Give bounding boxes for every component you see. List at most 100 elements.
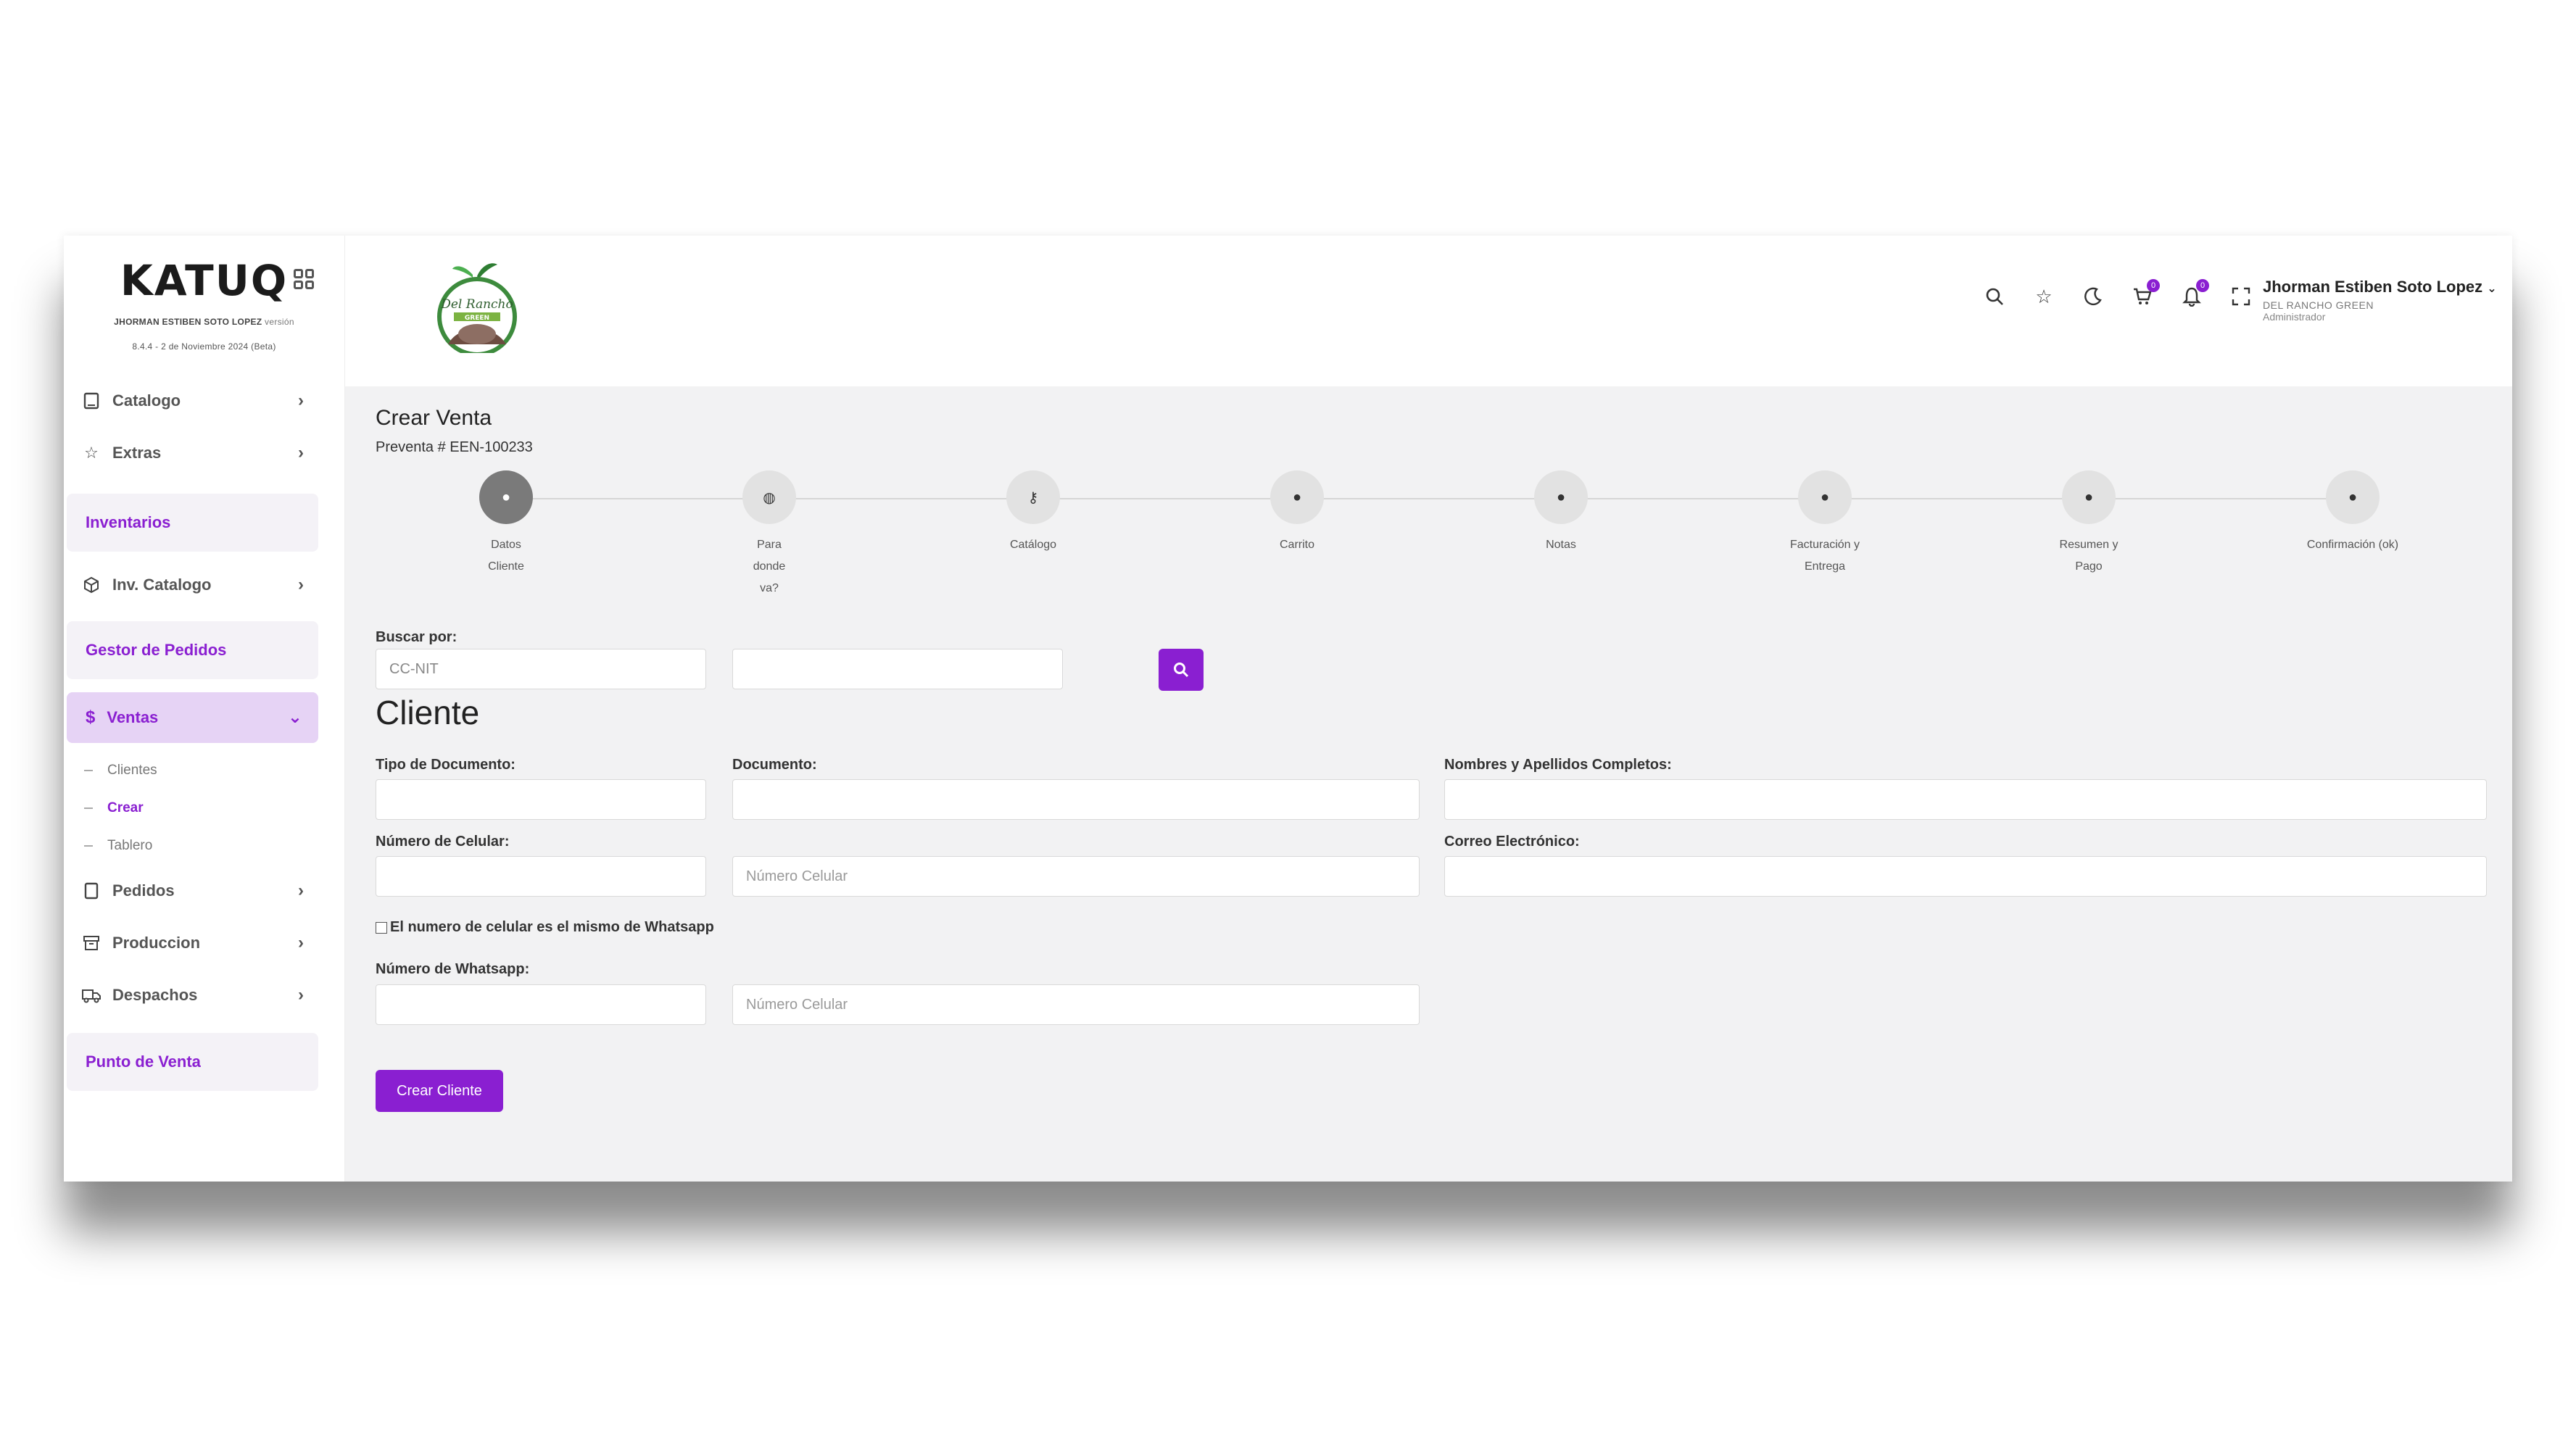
- sidebar-item-catalogo[interactable]: Catalogo ›: [64, 375, 344, 427]
- search-input[interactable]: [732, 649, 1063, 689]
- sidebar-item-produccion[interactable]: Produccion ›: [64, 917, 344, 969]
- sidebar-subitem-label: Crear: [107, 800, 144, 815]
- step-label: Notas: [1546, 539, 1576, 551]
- full-name-label: Nombres y Apellidos Completos:: [1444, 757, 1672, 773]
- dash-icon: [84, 845, 93, 847]
- step-label: Para donde va?: [753, 539, 786, 594]
- sidebar-item-label: Pedidos: [112, 881, 175, 900]
- step-confirmacion[interactable]: ● Confirmación (ok): [2295, 470, 2411, 556]
- sidebar-subitem-tablero[interactable]: Tablero: [64, 827, 344, 865]
- step-label: Carrito: [1279, 539, 1314, 551]
- truck-icon: [82, 986, 101, 1005]
- same-whatsapp-checkbox[interactable]: [376, 921, 387, 934]
- user-company: DEL RANCHO GREEN: [2263, 299, 2374, 311]
- user-icon: ●: [2062, 470, 2116, 524]
- user-icon: ●: [1798, 470, 1852, 524]
- sidebar-item-despachos[interactable]: Despachos ›: [64, 969, 344, 1021]
- create-client-button[interactable]: Crear Cliente: [376, 1070, 503, 1112]
- full-name-field[interactable]: [1444, 779, 2487, 820]
- user-icon: ●: [1270, 470, 1324, 524]
- sidebar-subitem-label: Clientes: [107, 763, 157, 778]
- brand-version: 8.4.4 - 2 de Noviembre 2024 (Beta): [132, 341, 276, 352]
- search-text-field[interactable]: [746, 649, 1062, 689]
- step-label: Catálogo: [1009, 539, 1057, 551]
- step-datos-cliente[interactable]: ● Datos Cliente: [448, 470, 564, 578]
- whatsapp-country-select[interactable]: [376, 984, 706, 1025]
- chevron-down-icon: ⌄: [2487, 283, 2497, 295]
- search-type-select[interactable]: CC-NIT: [376, 649, 706, 689]
- clipboard-icon: [82, 881, 101, 900]
- sidebar-item-punto-venta[interactable]: Punto de Venta: [67, 1033, 318, 1091]
- search-type-value: CC-NIT: [389, 660, 439, 677]
- step-para-donde-va[interactable]: ◍ Para donde va?: [711, 470, 827, 599]
- user-icon: ●: [2326, 470, 2380, 524]
- store-logo[interactable]: Del Rancho GREEN: [432, 259, 522, 353]
- same-whatsapp-row: El numero de celular es el mismo de What…: [376, 919, 714, 936]
- chevron-right-icon: ›: [298, 443, 304, 462]
- step-notas[interactable]: ● Notas: [1503, 470, 1619, 556]
- brand-version-word: versión: [265, 317, 294, 327]
- doc-type-select[interactable]: [376, 779, 706, 820]
- sidebar-subitem-clientes[interactable]: Clientes: [64, 752, 344, 789]
- star-icon[interactable]: ☆: [2034, 286, 2054, 307]
- brand-user-line: JHORMAN ESTIBEN SOTO LOPEZ versión: [64, 317, 344, 327]
- document-field[interactable]: [732, 779, 1420, 820]
- user-menu[interactable]: Jhorman Estiben Soto Lopez ⌄ DEL RANCHO …: [2263, 278, 2502, 323]
- cell-label: Número de Celular:: [376, 834, 510, 850]
- search-icon: [1174, 663, 1189, 678]
- search-icon[interactable]: [1984, 286, 2005, 307]
- star-icon: ☆: [84, 444, 99, 462]
- sidebar-item-label: Ventas: [107, 708, 159, 726]
- sidebar-item-ventas[interactable]: $ Ventas ⌄: [67, 692, 318, 743]
- user-name: Jhorman Estiben Soto Lopez ⌄: [2263, 278, 2502, 296]
- sidebar-item-extras[interactable]: ☆ Extras ›: [64, 427, 344, 479]
- cell-country-select[interactable]: [376, 856, 706, 897]
- search-button[interactable]: [1159, 649, 1204, 691]
- globe-icon: ◍: [742, 470, 796, 524]
- dash-icon: [84, 770, 93, 771]
- step-carrito[interactable]: ● Carrito: [1239, 470, 1355, 556]
- sale-stepper: ● Datos Cliente ◍ Para donde va? ⚷ Catál…: [376, 470, 2490, 597]
- search-by-label: Buscar por:: [376, 629, 457, 645]
- cart-badge: 0: [2147, 279, 2160, 292]
- dollar-icon: $: [86, 707, 96, 727]
- whatsapp-input[interactable]: [746, 985, 1419, 1024]
- sidebar: KATUQ JHORMAN ESTIBEN SOTO LOPEZ versión…: [64, 236, 345, 1182]
- whatsapp-field[interactable]: [732, 984, 1420, 1025]
- bell-icon[interactable]: 0: [2182, 279, 2209, 307]
- email-input[interactable]: [1458, 857, 2486, 896]
- sidebar-item-pedidos[interactable]: Pedidos ›: [64, 865, 344, 917]
- chevron-right-icon: ›: [298, 881, 304, 900]
- moon-icon[interactable]: [2083, 286, 2103, 307]
- apps-grid-icon[interactable]: [294, 269, 314, 289]
- full-name-input[interactable]: [1458, 780, 2486, 819]
- fullscreen-icon[interactable]: [2231, 286, 2251, 307]
- sidebar-subitem-crear[interactable]: Crear: [64, 789, 344, 827]
- sidebar-item-label: Despachos: [112, 986, 198, 1004]
- sidebar-item-inv-catalogo[interactable]: Inv. Catalogo ›: [64, 559, 344, 611]
- user-role: Administrador: [2263, 311, 2326, 323]
- email-field[interactable]: [1444, 856, 2487, 897]
- doc-type-label: Tipo de Documento:: [376, 757, 515, 773]
- chevron-right-icon: ›: [298, 985, 304, 1005]
- step-facturacion-entrega[interactable]: ● Facturación y Entrega: [1767, 470, 1883, 578]
- step-catalogo[interactable]: ⚷ Catálogo: [975, 470, 1091, 556]
- main-content: Crear Venta Preventa # EEN-100233 ● Dato…: [376, 406, 2490, 1112]
- sidebar-item-inventarios[interactable]: Inventarios: [67, 494, 318, 552]
- cell-field[interactable]: [732, 856, 1420, 897]
- presale-number: Preventa # EEN-100233: [376, 439, 533, 455]
- cell-input[interactable]: [746, 857, 1419, 896]
- step-label: Confirmación (ok): [2306, 539, 2399, 551]
- sidebar-item-label: Catalogo: [112, 391, 181, 410]
- user-icon: ●: [479, 470, 533, 524]
- step-label: Datos Cliente: [488, 539, 524, 573]
- step-label: Facturación y Entrega: [1789, 539, 1860, 573]
- sidebar-item-label: Inv. Catalogo: [112, 576, 212, 594]
- sidebar-item-label: Produccion: [112, 934, 201, 952]
- cart-icon[interactable]: 0: [2132, 279, 2160, 307]
- sidebar-item-gestor-pedidos[interactable]: Gestor de Pedidos: [67, 621, 318, 679]
- step-resumen-pago[interactable]: ● Resumen y Pago: [2031, 470, 2147, 578]
- box-icon: [82, 576, 101, 594]
- document-input[interactable]: [746, 780, 1419, 819]
- key-icon: ⚷: [1006, 470, 1060, 524]
